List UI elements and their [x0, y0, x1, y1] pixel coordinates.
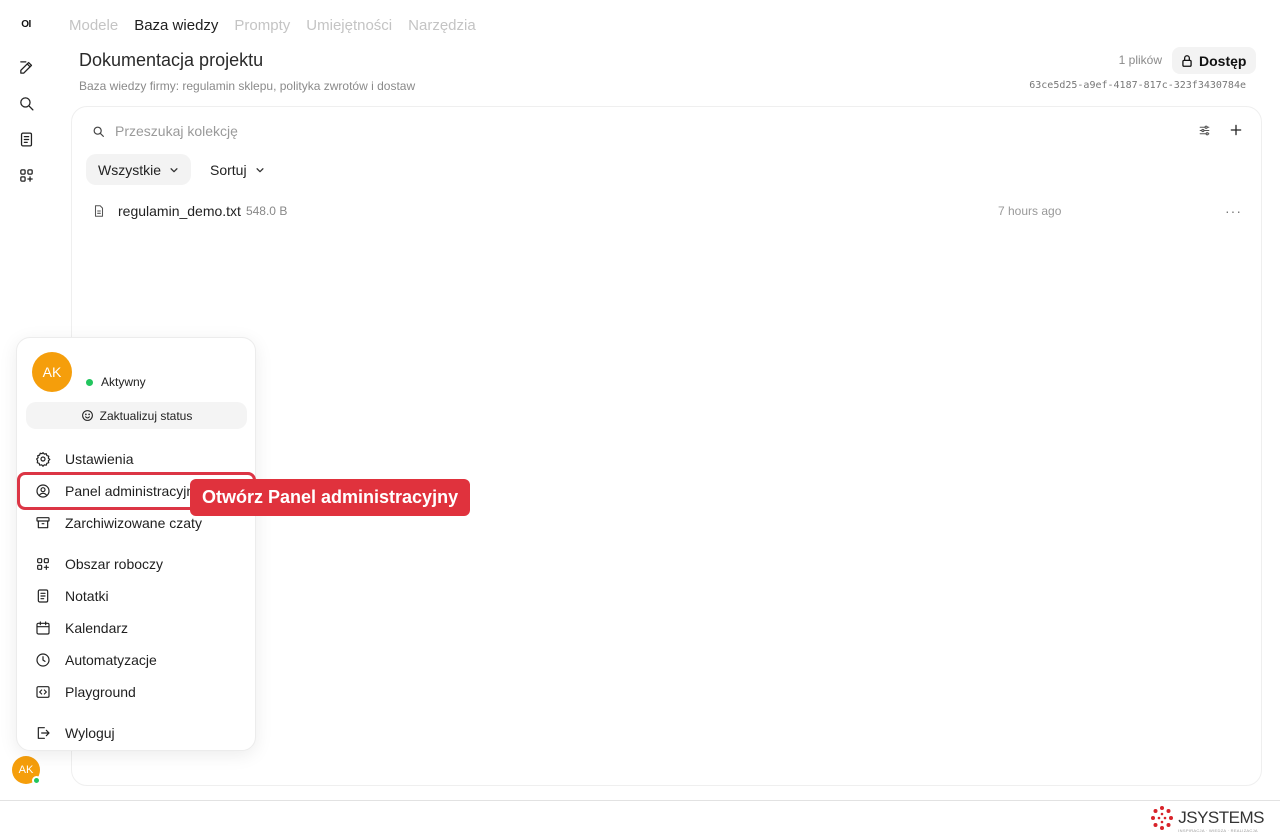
menu-item-label: Obszar roboczy [65, 556, 164, 572]
user-avatar-button[interactable]: AK [12, 756, 41, 785]
online-status-dot [86, 378, 93, 386]
panel-tools [1197, 123, 1243, 137]
user-status: Aktywny [86, 375, 146, 389]
filter-label: Wszystkie [98, 161, 161, 178]
brand-mark-icon [1151, 806, 1174, 830]
menu-item-notes[interactable]: Notatki [35, 585, 109, 607]
search-icon[interactable] [16, 93, 36, 113]
new-chat-icon[interactable] [16, 57, 36, 77]
page-subtitle[interactable]: Baza wiedzy firmy: regulamin sklepu, pol… [79, 79, 415, 93]
tab-models[interactable]: Modele [69, 17, 118, 34]
app-window: OI AK Modele Baza wiedzy Prompty Umiejęt… [0, 0, 1280, 800]
menu-item-workspace[interactable]: Obszar roboczy [35, 553, 163, 575]
file-more-button[interactable]: ··· [1225, 203, 1242, 219]
menu-avatar: AK [32, 352, 72, 392]
notes-icon[interactable] [16, 129, 36, 149]
file-modified: 7 hours ago [998, 204, 1062, 218]
clock-icon [36, 653, 50, 667]
search-icon [93, 126, 104, 137]
chevron-down-icon [170, 167, 178, 172]
search-input[interactable] [115, 123, 515, 139]
brand-logo: JSYSTEMS INSPIRACJA · WIEDZA · REALIZACJ… [1150, 805, 1264, 833]
menu-item-label: Playground [65, 684, 136, 700]
calendar-icon [36, 621, 50, 635]
workspace-icon [37, 558, 49, 570]
logout-icon [37, 727, 50, 739]
smiley-icon [81, 410, 93, 421]
menu-item-label: Notatki [65, 588, 109, 604]
chevron-down-icon [256, 167, 264, 172]
user-menu: AK Aktywny Zaktualizuj status Ustawienia… [16, 337, 256, 751]
gear-icon [36, 452, 51, 467]
app-logo[interactable]: OI [14, 14, 38, 36]
update-status-button[interactable]: Zaktualizuj status [26, 402, 247, 429]
file-icon [92, 204, 106, 218]
menu-item-calendar[interactable]: Kalendarz [35, 617, 128, 639]
tab-prompts[interactable]: Prompty [234, 17, 290, 34]
status-label: Aktywny [101, 375, 146, 389]
page-title[interactable]: Dokumentacja projektu [79, 50, 263, 71]
collection-id: 63ce5d25-a9ef-4187-817c-323f3430784e [1029, 80, 1246, 91]
settings-sliders-icon[interactable] [1197, 123, 1211, 137]
add-icon[interactable] [1229, 123, 1243, 137]
files-count: 1 plików [1118, 53, 1162, 67]
menu-item-playground[interactable]: Playground [35, 681, 136, 703]
workspace-icon[interactable] [16, 165, 36, 185]
menu-item-archived-chats[interactable]: Zarchiwizowane czaty [35, 512, 202, 534]
tab-knowledge[interactable]: Baza wiedzy [134, 17, 218, 34]
filter-dropdown[interactable]: Wszystkie [86, 154, 191, 185]
top-tabs: Modele Baza wiedzy Prompty Umiejętności … [69, 17, 476, 34]
file-name: regulamin_demo.txt [118, 203, 241, 219]
sort-dropdown[interactable]: Sortuj [200, 154, 275, 185]
code-icon [36, 686, 50, 698]
tab-tools[interactable]: Narzędzia [408, 17, 476, 34]
menu-item-label: Automatyzacje [65, 652, 157, 668]
lock-icon [1182, 54, 1192, 67]
menu-item-label: Ustawienia [65, 451, 134, 467]
menu-item-settings[interactable]: Ustawienia [35, 448, 133, 470]
bottom-bar: JSYSTEMS INSPIRACJA · WIEDZA · REALIZACJ… [0, 800, 1280, 836]
instruction-callout: Otwórz Panel administracyjny [190, 479, 471, 516]
brand-name: JSYSTEMS [1178, 808, 1264, 827]
avatar-initials: AK [18, 764, 34, 776]
file-size: 548.0 B [245, 204, 288, 218]
online-status-dot [32, 776, 41, 785]
menu-item-label: Kalendarz [65, 620, 129, 636]
file-row[interactable]: regulamin_demo.txt 548.0 B 7 hours ago ·… [92, 199, 1242, 223]
menu-item-label: Zarchiwizowane czaty [65, 515, 202, 531]
brand-tagline: INSPIRACJA · WIEDZA · REALIZACJA [1178, 828, 1258, 833]
archive-icon [36, 517, 50, 529]
update-status-label: Zaktualizuj status [99, 408, 193, 423]
notes-icon [37, 589, 49, 603]
tab-skills[interactable]: Umiejętności [306, 17, 392, 34]
sort-label: Sortuj [210, 161, 247, 178]
search-bar [92, 123, 515, 139]
menu-item-automations[interactable]: Automatyzacje [35, 649, 157, 671]
menu-item-label: Wyloguj [65, 725, 115, 741]
menu-item-logout[interactable]: Wyloguj [35, 722, 115, 744]
access-button[interactable]: Dostęp [1172, 47, 1257, 74]
access-label: Dostęp [1199, 52, 1247, 69]
